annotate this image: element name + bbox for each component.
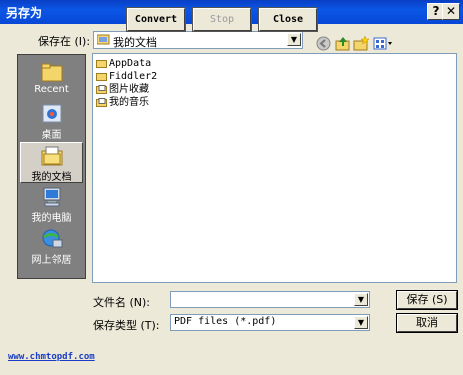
desktop-icon (41, 104, 63, 124)
recent-folder-icon (41, 62, 63, 82)
file-name: Fiddler2 (109, 71, 158, 82)
chevron-down-icon[interactable]: ▼ (354, 316, 368, 329)
list-item[interactable]: 图片收藏 (96, 83, 149, 96)
network-icon (41, 229, 63, 249)
my-documents-icon (96, 34, 110, 45)
save-in-label: 保存在 (I): (38, 35, 91, 48)
filetype-value: PDF files (*.pdf) (174, 316, 277, 327)
stop-button[interactable]: Stop (192, 7, 252, 32)
music-folder-icon (96, 97, 107, 107)
filetype-label: 保存类型 (T): (93, 319, 160, 332)
close-window-button[interactable]: ✕ (442, 3, 460, 20)
folder-icon (96, 72, 107, 81)
close-button[interactable]: Close (258, 7, 318, 32)
place-network[interactable]: 网上邻居 (20, 226, 83, 267)
up-folder-icon[interactable] (335, 36, 352, 52)
cancel-button[interactable]: 取消 (396, 313, 458, 333)
list-item[interactable]: 我的音乐 (96, 96, 149, 109)
back-icon[interactable] (316, 36, 333, 52)
website-link[interactable]: www.chmtopdf.com (8, 352, 95, 362)
place-label: 桌面 (41, 130, 62, 141)
new-folder-icon[interactable] (353, 35, 370, 52)
places-bar: Recent 桌面 我的文档 我的电脑 网上邻居 (17, 54, 86, 279)
save-in-combo[interactable]: 我的文档 ▼ (93, 31, 303, 49)
file-list[interactable]: AppData Fiddler2 图片收藏 我的音乐 (92, 53, 457, 283)
save-in-value: 我的文档 (113, 36, 157, 49)
window-title: 另存为 (6, 6, 43, 20)
my-documents-icon (41, 146, 63, 166)
save-button[interactable]: 保存 (S) (396, 290, 458, 310)
folder-icon (96, 59, 107, 68)
filename-combo[interactable]: ▼ (170, 291, 370, 308)
file-name: AppData (109, 58, 152, 69)
chevron-down-icon[interactable]: ▼ (287, 33, 301, 46)
place-label: 我的电脑 (31, 213, 72, 224)
list-item[interactable]: Fiddler2 (96, 70, 157, 83)
filename-input[interactable] (173, 293, 349, 306)
place-label: 网上邻居 (31, 255, 72, 266)
views-menu-icon[interactable] (373, 36, 393, 52)
convert-button[interactable]: Convert (126, 7, 186, 32)
place-label: 我的文档 (31, 172, 72, 183)
filetype-select[interactable]: PDF files (*.pdf) ▼ (170, 314, 370, 331)
place-label: Recent (34, 84, 69, 95)
filename-label: 文件名 (N): (93, 296, 151, 309)
place-my-computer[interactable]: 我的电脑 (20, 184, 83, 225)
place-desktop[interactable]: 桌面 (20, 101, 83, 142)
place-recent[interactable]: Recent (20, 59, 83, 100)
my-computer-icon (41, 187, 63, 207)
place-my-documents[interactable]: 我的文档 (20, 142, 83, 183)
chevron-down-icon[interactable]: ▼ (354, 293, 368, 306)
list-item[interactable]: AppData (96, 57, 151, 70)
file-name: 图片收藏 (109, 84, 149, 95)
file-name: 我的音乐 (109, 97, 149, 108)
pictures-folder-icon (96, 84, 107, 94)
